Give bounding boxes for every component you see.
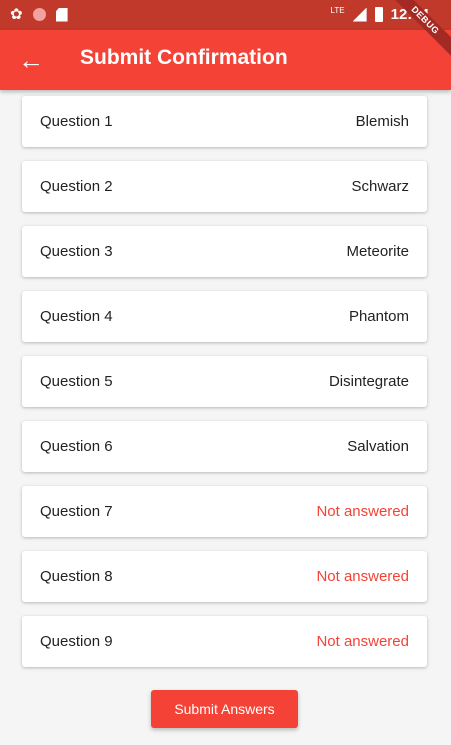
question-card[interactable]: Question 2 Schwarz (22, 161, 427, 212)
sd-card-icon (55, 7, 68, 22)
question-label: Question 1 (40, 113, 113, 130)
question-card[interactable]: Question 9 Not answered (22, 616, 427, 667)
question-label: Question 9 (40, 633, 113, 650)
answer-value: Blemish (355, 113, 409, 130)
question-card[interactable]: Question 1 Blemish (22, 96, 427, 147)
question-label: Question 2 (40, 178, 113, 195)
status-left-icons: ✿ (10, 7, 68, 22)
not-answered-label: Not answered (316, 568, 409, 585)
question-card[interactable]: Question 7 Not answered (22, 486, 427, 537)
question-list: Question 1 Blemish Question 2 Schwarz Questi… (22, 96, 427, 681)
question-card[interactable]: Question 6 Salvation (22, 421, 427, 472)
app-bar: ← Submit Confirmation (0, 30, 451, 90)
question-label: Question 6 (40, 438, 113, 455)
battery-icon (374, 7, 383, 22)
answer-value: Meteorite (346, 243, 409, 260)
question-label: Question 7 (40, 503, 113, 520)
status-bar: ✿ LTE 12:04 (0, 0, 451, 30)
answer-value: Phantom (348, 308, 409, 325)
question-card[interactable]: Question 5 Disintegrate (22, 356, 427, 407)
question-label: Question 5 (40, 373, 113, 390)
network-type: LTE (330, 6, 345, 15)
question-label: Question 3 (40, 243, 113, 260)
record-icon (32, 8, 46, 21)
answer-value: Schwarz (351, 178, 409, 195)
answer-value: Disintegrate (328, 373, 409, 390)
status-time: 12:04 (390, 6, 429, 23)
signal-icon (352, 7, 367, 22)
not-answered-label: Not answered (316, 633, 409, 650)
arrow-back-icon[interactable]: ← (18, 42, 48, 78)
question-label: Question 4 (40, 308, 113, 325)
question-card[interactable]: Question 3 Meteorite (22, 226, 427, 277)
question-card[interactable]: Question 8 Not answered (22, 551, 427, 602)
settings-icon: ✿ (10, 6, 23, 23)
status-right-icons: LTE 12:04 (331, 6, 429, 23)
question-label: Question 8 (40, 568, 113, 585)
answer-value: Salvation (347, 438, 409, 455)
page-title: Submit Confirmation (80, 46, 288, 69)
submit-answers-button[interactable]: Submit Answers (151, 690, 298, 728)
not-answered-label: Not answered (316, 503, 409, 520)
question-card[interactable]: Question 4 Phantom (22, 291, 427, 342)
